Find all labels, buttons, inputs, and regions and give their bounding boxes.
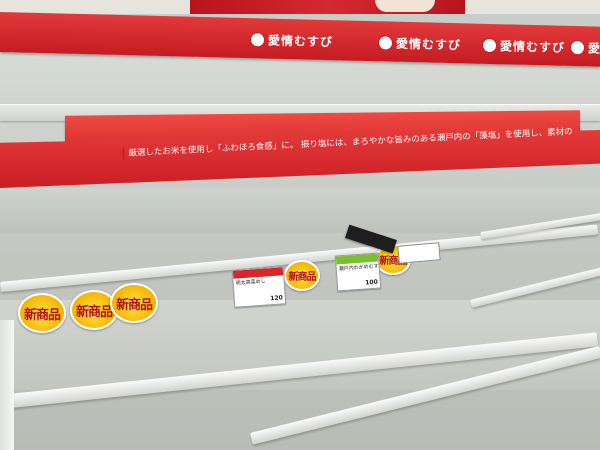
brand-seal-icon — [482, 37, 497, 54]
middle-shelf-floor — [0, 188, 600, 233]
empty-onigiri-shelf-photo: 愛情むすび 愛情むすび 愛情むすび 愛情むすび 厳選したお米を使用し「ふわほろ食… — [0, 0, 600, 450]
top-poster — [190, 0, 465, 14]
brand-seal-icon — [250, 32, 265, 48]
left-frame — [0, 320, 14, 450]
price-tag-price: 120 — [270, 294, 284, 303]
price-tag: 瀬戸内わかめむすび 100 — [334, 252, 382, 292]
new-product-sticker: 新商品 — [110, 283, 158, 323]
price-tag-name: 瀬戸内わかめむすび — [338, 263, 382, 273]
new-product-sticker: 新商品 — [18, 293, 66, 333]
brand-label: 愛情むすび — [482, 37, 565, 56]
brand-label: 愛情むすび — [570, 39, 600, 58]
price-tag-price: 100 — [365, 278, 379, 287]
brand-label: 愛情むすび — [250, 31, 333, 50]
price-tag: 明太高菜めし 120 — [231, 266, 287, 308]
brand-label: 愛情むすび — [378, 34, 461, 53]
brand-seal-icon — [122, 146, 125, 160]
brand-seal-icon — [570, 39, 585, 56]
new-product-sticker: 新商品 — [284, 260, 320, 291]
brand-seal-icon — [378, 35, 393, 51]
small-label — [397, 242, 441, 264]
